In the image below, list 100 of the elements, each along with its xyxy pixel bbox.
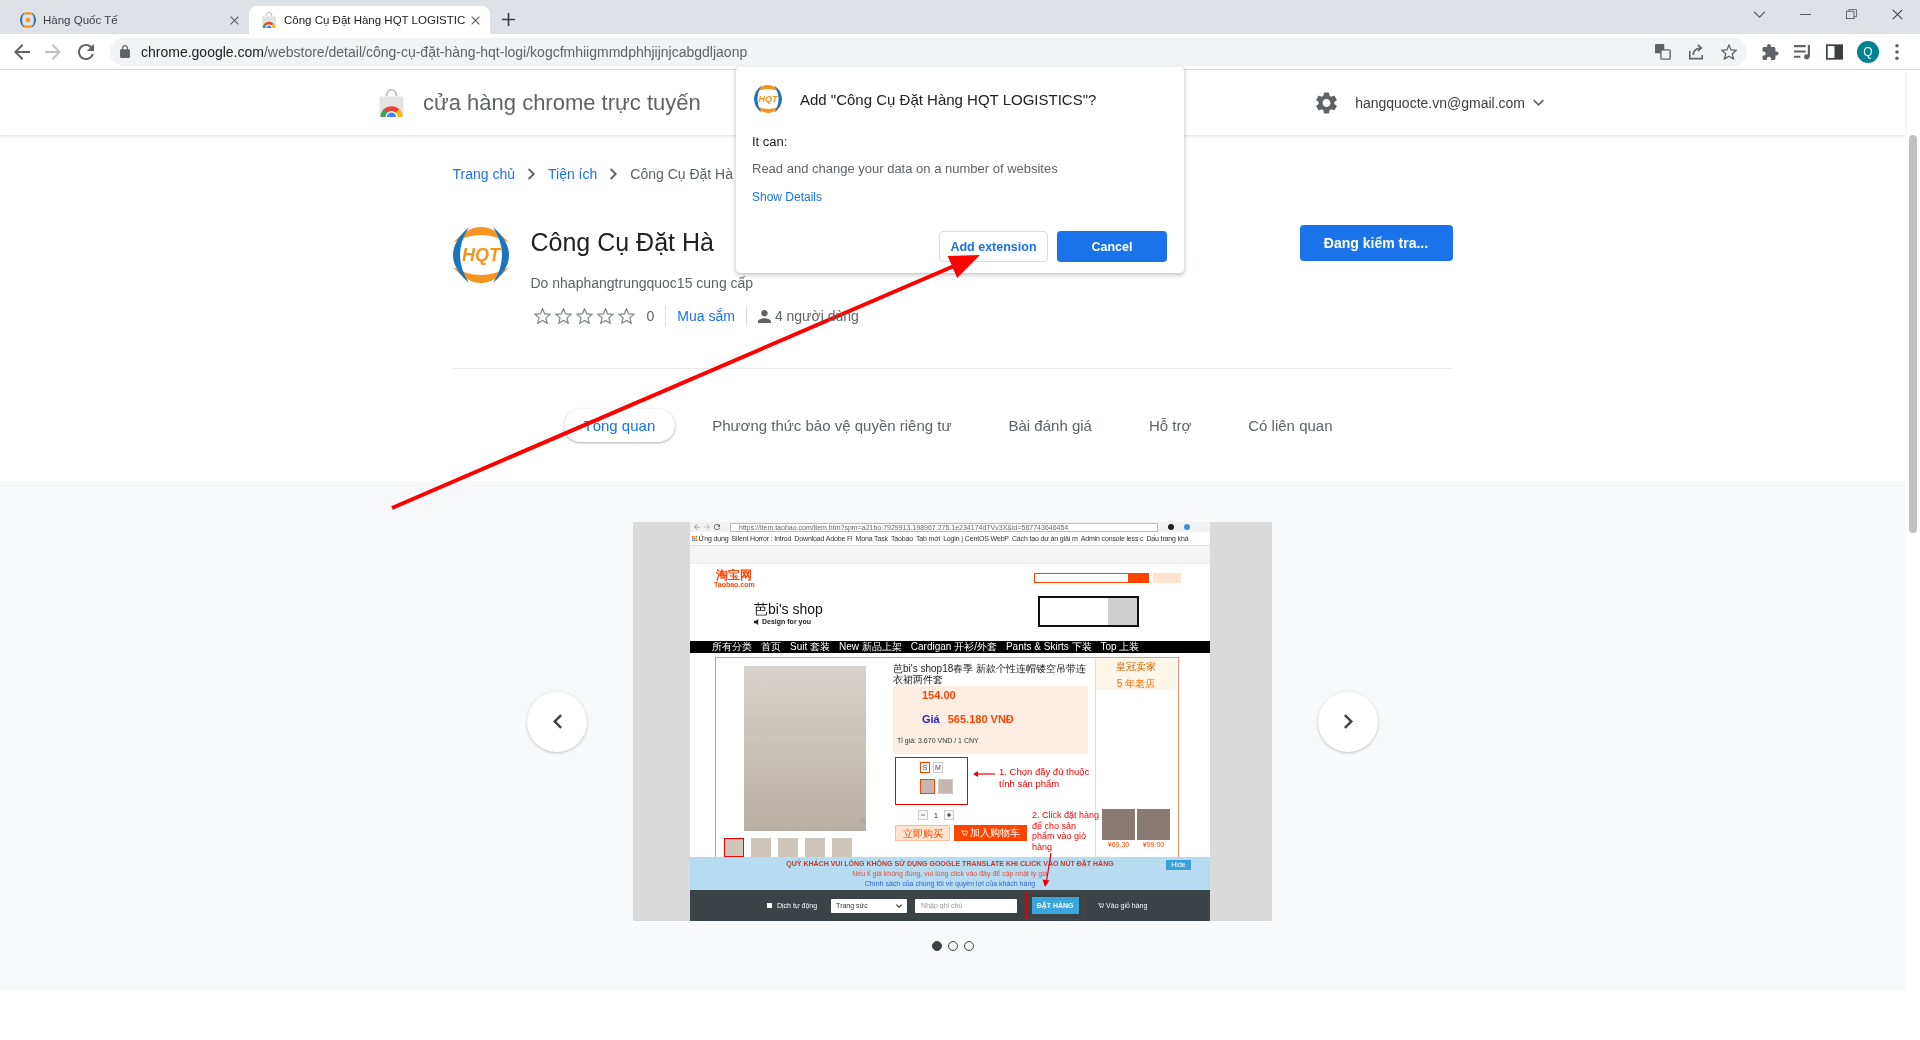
browser-tab[interactable]: Công Cụ Đặt Hàng HQT LOGISTIC bbox=[249, 6, 490, 34]
detail-tab[interactable]: Hỗ trợ bbox=[1128, 409, 1212, 442]
seller-level-label: 皇冠卖家 bbox=[1116, 660, 1156, 674]
forward-icon bbox=[704, 524, 710, 530]
dialog-title: Add "Công Cụ Đặt Hàng HQT LOGISTICS"? bbox=[800, 90, 1097, 108]
star-icon bbox=[617, 308, 635, 324]
annotation-note: 1. Chọn đầy đủ thuộc tính sản phẩm bbox=[999, 766, 1091, 790]
chevron-down-icon bbox=[896, 903, 903, 908]
chevron-right-icon bbox=[1343, 714, 1353, 729]
bookmark-star-icon[interactable] bbox=[1721, 43, 1737, 60]
more-menu-icon[interactable] bbox=[1895, 43, 1899, 60]
scrollbar-thumb[interactable] bbox=[1909, 135, 1917, 533]
checking-button[interactable]: Đang kiểm tra... bbox=[1299, 225, 1453, 261]
vnd-label: Giá bbox=[922, 713, 940, 725]
close-icon[interactable] bbox=[471, 15, 480, 25]
category-link[interactable]: Mua sắm bbox=[677, 308, 735, 324]
web-store-icon[interactable] bbox=[379, 88, 404, 117]
show-details-link[interactable]: Show Details bbox=[752, 189, 823, 205]
share-icon[interactable] bbox=[1688, 43, 1704, 60]
color-option-placeholder[interactable] bbox=[920, 779, 935, 794]
close-icon[interactable] bbox=[230, 15, 239, 25]
logo-icon bbox=[20, 12, 36, 28]
url-host: chrome.google.com bbox=[141, 43, 264, 60]
new-tab-icon[interactable] bbox=[502, 13, 515, 26]
puzzle-icon[interactable] bbox=[1762, 43, 1779, 60]
star-icon bbox=[554, 308, 572, 324]
annotation-arrow bbox=[973, 770, 995, 778]
address-bar[interactable]: chrome.google.com/webstore/detail/công-cụ-đặt-hàng-hqt-logi/kogcfmhiigmmdphhjijnjcabgdljaonp bbox=[110, 37, 1747, 66]
profile-avatar[interactable]: Q bbox=[1857, 40, 1879, 63]
star-icon bbox=[596, 308, 614, 324]
nav-item[interactable]: Cardigan 开衫/外套 bbox=[910, 641, 997, 653]
minimize-icon[interactable] bbox=[1799, 13, 1811, 15]
chevron-down-icon[interactable] bbox=[1533, 99, 1544, 106]
nav-item[interactable]: Suit 套装 bbox=[790, 641, 830, 653]
shop-age: 5 年老店 bbox=[1116, 677, 1156, 691]
thumbnail-placeholder[interactable] bbox=[805, 838, 825, 857]
logo: HQT bbox=[452, 227, 509, 283]
chevron-down-icon[interactable] bbox=[1752, 10, 1766, 18]
apps-grid-icon bbox=[692, 536, 697, 541]
cancel-button[interactable]: Cancel bbox=[1057, 231, 1167, 262]
back-icon[interactable] bbox=[14, 43, 30, 60]
plus-icon[interactable] bbox=[943, 810, 954, 820]
breadcrumb-link[interactable]: Trang chủ bbox=[452, 166, 515, 182]
thumbnail-placeholder[interactable] bbox=[724, 838, 744, 857]
thumbnail-placeholder[interactable] bbox=[832, 838, 852, 857]
chevron-right-icon bbox=[610, 168, 618, 180]
close-window-icon[interactable] bbox=[1891, 8, 1903, 20]
add-extension-button[interactable]: Add extension bbox=[939, 231, 1048, 262]
web-store-icon bbox=[261, 12, 277, 28]
chevron-left-icon bbox=[552, 714, 562, 729]
reload-icon[interactable] bbox=[78, 43, 94, 60]
url-path: /webstore/detail/công-cụ-đặt-hàng-hqt-logi/kogcfmhiigmmdphhjijnjcabgdljaonp bbox=[263, 43, 748, 60]
browser-tab[interactable]: Hàng Quốc Tế bbox=[8, 6, 249, 34]
thumbnail-placeholder[interactable] bbox=[751, 838, 771, 857]
checkbox[interactable] bbox=[767, 903, 772, 908]
nav-item[interactable]: New 新品上架 bbox=[839, 641, 902, 653]
publisher-text: Do nhaphangtrungquoc15 cung cấp bbox=[530, 275, 755, 291]
breadcrumb-link[interactable]: Tiện ích bbox=[548, 166, 598, 182]
detail-tab[interactable]: Có liên quan bbox=[1228, 409, 1353, 442]
rating-count: 0 bbox=[646, 308, 655, 324]
nav-item[interactable]: Top 上装 bbox=[1100, 641, 1140, 653]
detail-tab[interactable]: Bài đánh giá bbox=[988, 409, 1112, 442]
shop-name: 芭bi's shop bbox=[754, 601, 823, 617]
store-title[interactable]: cửa hàng chrome trực tuyến bbox=[423, 89, 701, 116]
nav-item[interactable]: Pants & Skirts 下装 bbox=[1005, 641, 1092, 653]
slide-dot-icon[interactable] bbox=[931, 941, 942, 951]
nav-item[interactable]: 首页 bbox=[761, 641, 781, 653]
chevron-right-icon bbox=[528, 168, 535, 180]
settings-icon[interactable] bbox=[1316, 91, 1338, 114]
nav-item[interactable]: 所有分类 bbox=[712, 641, 752, 653]
reload-icon bbox=[714, 524, 720, 530]
cart-icon bbox=[961, 830, 968, 836]
price-text: 154.00 bbox=[922, 689, 957, 701]
detail-tab[interactable]: Phương thức bảo vệ quyền riêng tư bbox=[692, 409, 972, 442]
breadcrumb-current: Công Cụ Đặt Hà bbox=[630, 166, 733, 182]
logo: HQT bbox=[754, 85, 782, 113]
speaker-icon bbox=[754, 618, 760, 625]
side-panel-icon[interactable] bbox=[1826, 43, 1843, 60]
site-logo[interactable]: 淘宝网 bbox=[716, 568, 753, 581]
search-field[interactable] bbox=[1034, 573, 1129, 583]
thumbnail-placeholder[interactable] bbox=[778, 838, 798, 857]
magnifier-icon bbox=[860, 818, 866, 824]
lock-icon bbox=[120, 45, 130, 58]
star-icon bbox=[533, 308, 551, 324]
color-option-placeholder[interactable] bbox=[938, 779, 953, 794]
star-icon bbox=[575, 308, 593, 324]
restore-icon[interactable] bbox=[1845, 9, 1857, 19]
extension-icon[interactable] bbox=[1168, 524, 1174, 530]
user-icon bbox=[757, 309, 771, 323]
account-email[interactable]: hangquocte.vn@gmail.com bbox=[1355, 94, 1525, 111]
playlist-icon[interactable] bbox=[1794, 43, 1811, 60]
dialog-intro: It can: bbox=[752, 134, 789, 150]
extension-name: Công Cụ Đặt Hà bbox=[530, 227, 715, 258]
vnd-price: 565.180 VNĐ bbox=[947, 713, 1014, 725]
translate-icon[interactable] bbox=[1655, 43, 1671, 60]
cart-icon bbox=[1098, 903, 1105, 908]
product-title: 芭bi's shop18春季 新款个性连帽镂空吊带连衣裙两件套 bbox=[893, 663, 1088, 685]
annotation-note: 2. Click đặt hàng để cho sản phẩm vào giỏ hàng bbox=[1032, 810, 1100, 852]
back-icon bbox=[694, 524, 700, 530]
permission-text: Read and change your data on a number of websites bbox=[752, 161, 1059, 177]
